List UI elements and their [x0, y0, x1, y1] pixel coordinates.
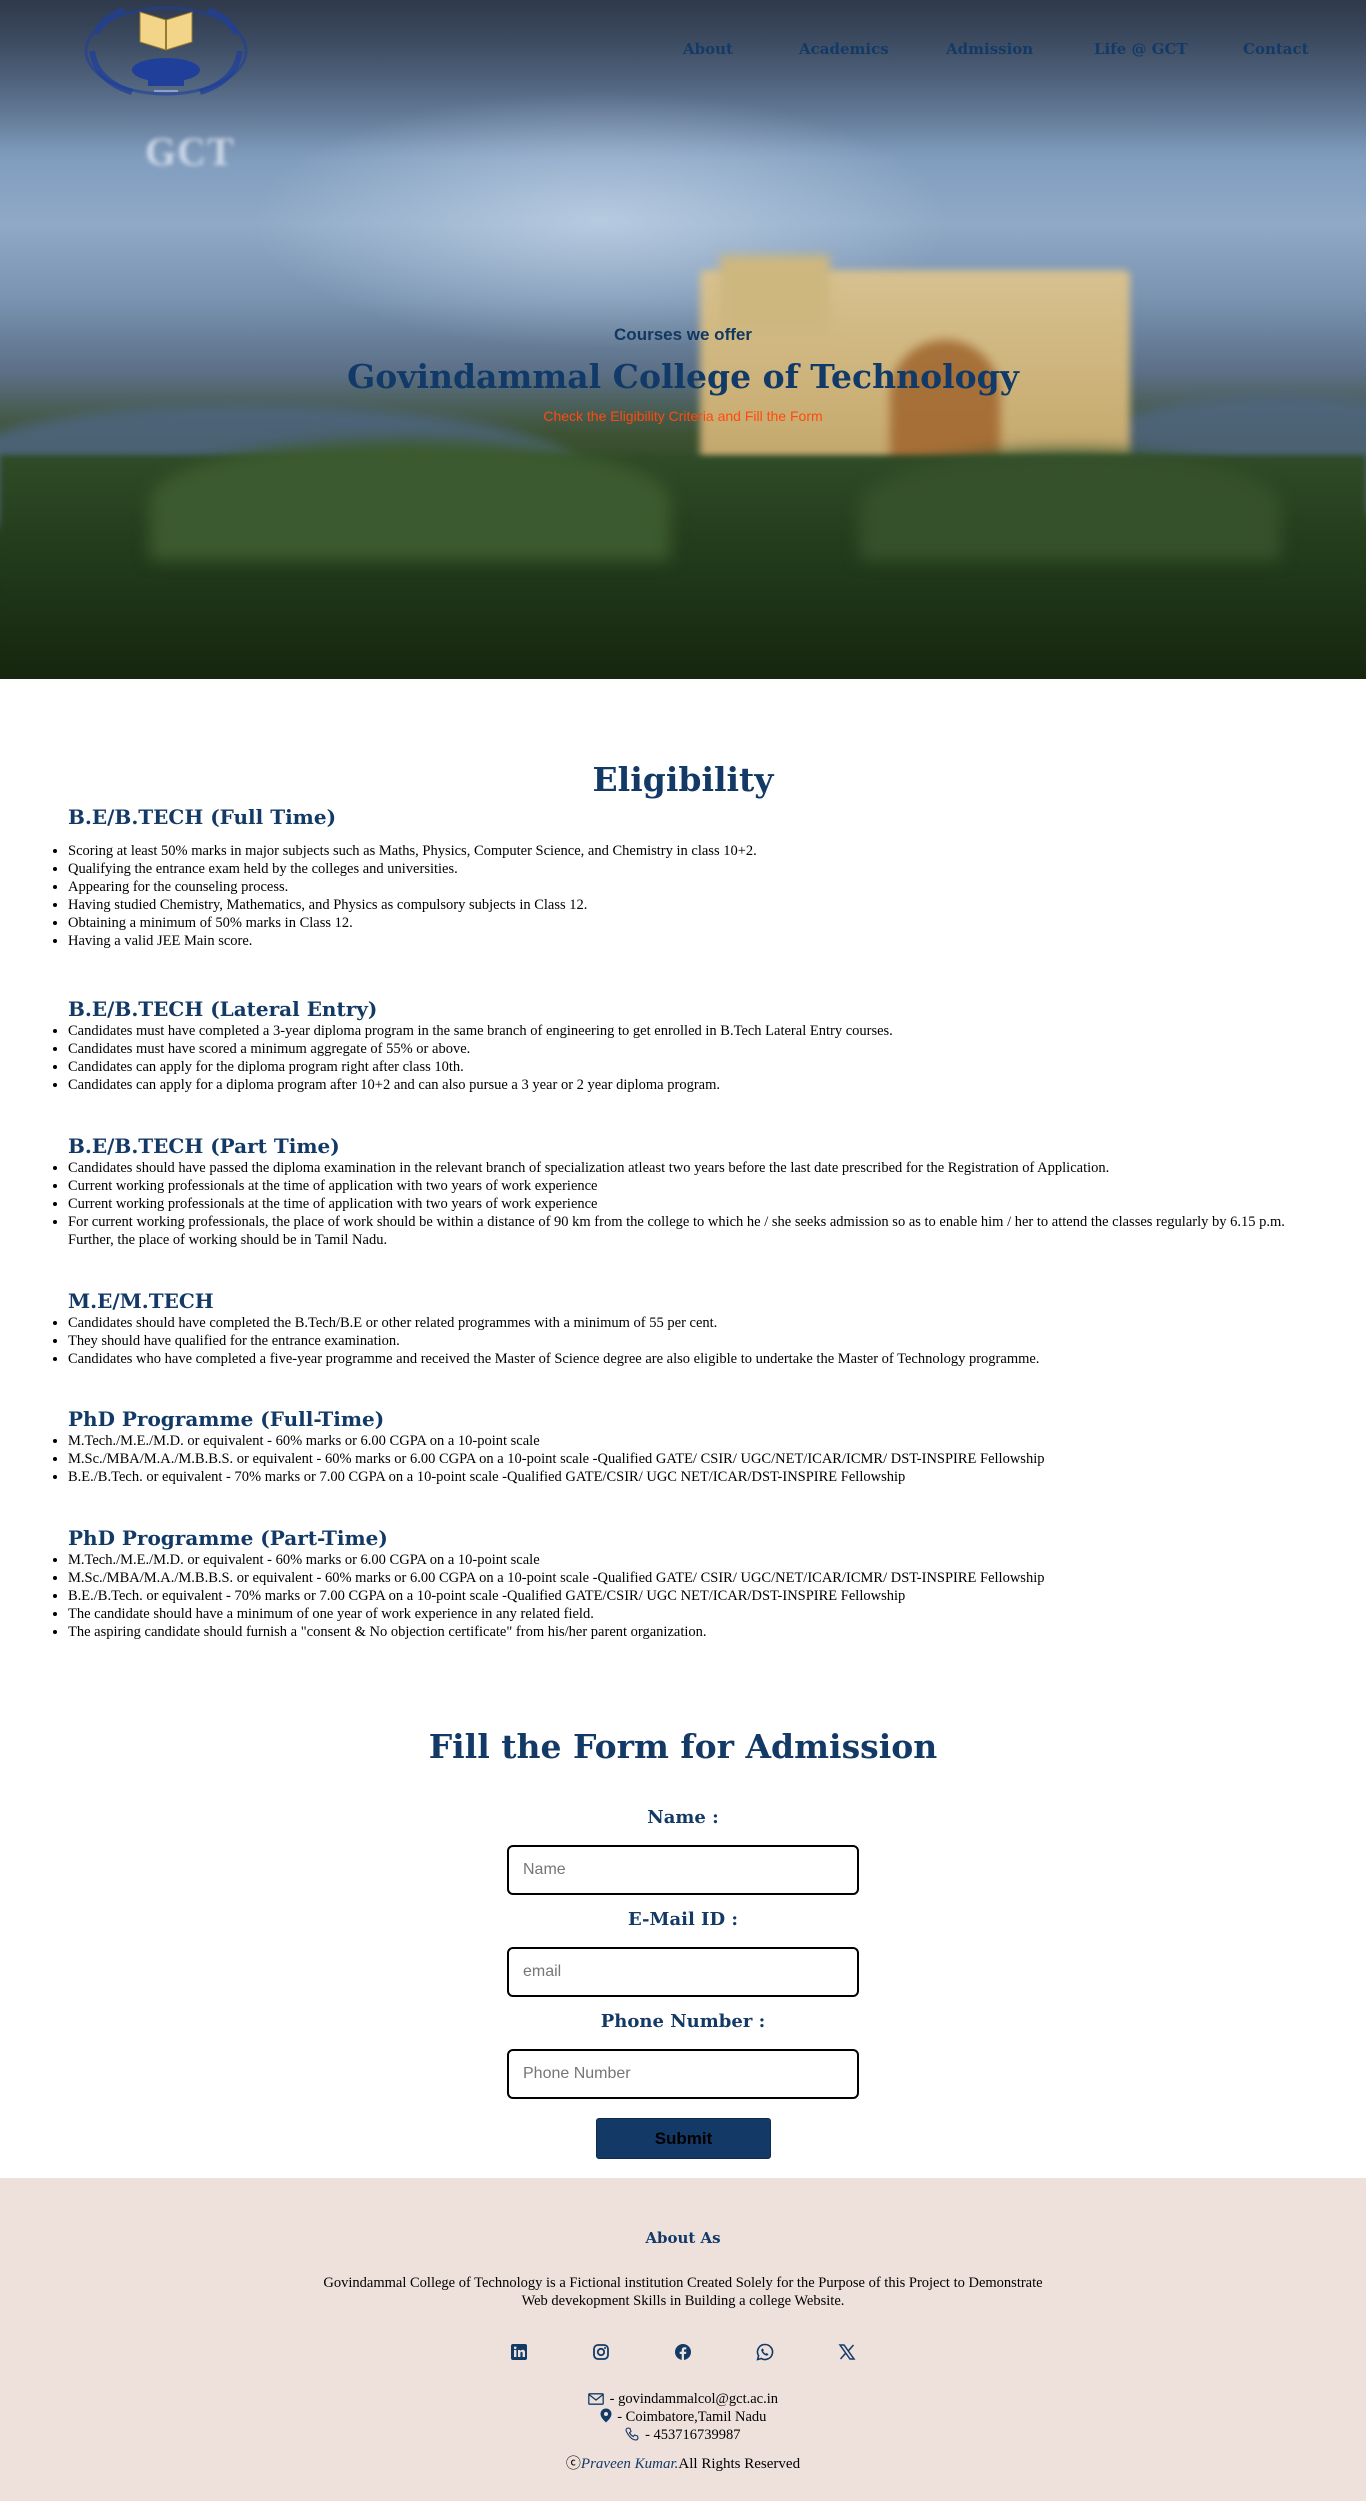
criteria-list: M.Tech./M.E./M.D. or equivalent - 60% ma…	[68, 1432, 1288, 1486]
whatsapp-icon[interactable]	[756, 2343, 776, 2363]
list-item: Candidates must have completed a 3-year …	[68, 1022, 1288, 1040]
criteria-list: Candidates must have completed a 3-year …	[68, 1022, 1288, 1094]
contact-location: - Coimbatore,Tamil Nadu	[0, 2408, 1366, 2428]
contact-email: - govindammalcol@gct.ac.in	[0, 2390, 1366, 2410]
section-heading: PhD Programme (Part-Time)	[68, 1526, 388, 1550]
facebook-icon[interactable]	[674, 2343, 694, 2363]
section-be-part-time: B.E/B.TECH (Part Time) Candidates should…	[68, 1133, 1288, 1249]
list-item: They should have qualified for the entra…	[68, 1332, 1288, 1350]
eligibility-title: Eligibility	[592, 760, 774, 799]
hero-trees-right	[860, 450, 1280, 560]
section-heading: M.E/M.TECH	[68, 1289, 214, 1313]
list-item: Candidates can apply for a diploma progr…	[68, 1076, 1288, 1094]
section-be-lateral-entry: B.E/B.TECH (Lateral Entry) Candidates mu…	[68, 996, 1288, 1094]
section-heading: PhD Programme (Full-Time)	[68, 1407, 385, 1431]
linkedin-icon[interactable]	[510, 2343, 530, 2363]
nav-about[interactable]: About	[683, 40, 733, 58]
footer: About As Govindammal College of Technolo…	[0, 2178, 1366, 2501]
instagram-icon[interactable]	[592, 2343, 612, 2363]
section-me-mtech: M.E/M.TECH Candidates should have comple…	[68, 1288, 1288, 1368]
main-nav: About Academics Admission Life @ GCT Con…	[0, 40, 1366, 64]
list-item: M.Sc./MBA/M.A./M.B.B.S. or equivalent - …	[68, 1450, 1288, 1468]
list-item: Candidates can apply for the diploma pro…	[68, 1058, 1288, 1076]
list-item: Candidates who have completed a five-yea…	[68, 1350, 1288, 1368]
section-heading: B.E/B.TECH (Part Time)	[68, 1134, 340, 1158]
hero-building-tower	[720, 255, 830, 335]
phone-input[interactable]	[507, 2049, 859, 2099]
nav-admission[interactable]: Admission	[946, 40, 1033, 58]
contact-phone: - 453716739987	[0, 2426, 1366, 2446]
list-item: B.E./B.Tech. or equivalent - 70% marks o…	[68, 1587, 1288, 1605]
location-pin-icon	[600, 2408, 612, 2428]
section-phd-full-time: PhD Programme (Full-Time) M.Tech./M.E./M…	[68, 1406, 1288, 1486]
name-input[interactable]	[507, 1845, 859, 1895]
list-item: Candidates must have scored a minimum ag…	[68, 1040, 1288, 1058]
contact-location-text: - Coimbatore,Tamil Nadu	[613, 2409, 767, 2425]
submit-button[interactable]: Submit	[596, 2118, 771, 2159]
list-item: Candidates should have passed the diplom…	[68, 1159, 1288, 1177]
list-item: Having a valid JEE Main score.	[68, 932, 1288, 950]
list-item: Scoring at least 50% marks in major subj…	[68, 842, 1288, 860]
list-item: Appearing for the counseling process.	[68, 878, 1288, 896]
criteria-list: M.Tech./M.E./M.D. or equivalent - 60% ma…	[68, 1551, 1288, 1641]
list-item: The aspiring candidate should furnish a …	[68, 1623, 1288, 1641]
list-item: Having studied Chemistry, Mathematics, a…	[68, 896, 1288, 914]
hero-title: Govindammal College of Technology	[347, 357, 1019, 396]
list-item: M.Sc./MBA/M.A./M.B.B.S. or equivalent - …	[68, 1569, 1288, 1587]
contact-phone-text: - 453716739987	[641, 2427, 741, 2443]
rights-text: All Rights Reserved	[678, 2456, 801, 2472]
hero-kicker: Courses we offer	[614, 325, 752, 344]
logo-subtext: GCT	[145, 129, 235, 174]
list-item: For current working professionals, the p…	[68, 1213, 1288, 1249]
section-be-full-time: B.E/B.TECH (Full Time) Scoring at least …	[68, 804, 1288, 950]
author-name: Praveen Kumar.	[580, 2456, 679, 2472]
list-item: The candidate should have a minimum of o…	[68, 1605, 1288, 1623]
email-input[interactable]	[507, 1947, 859, 1997]
x-twitter-icon[interactable]	[838, 2343, 858, 2363]
list-item: Qualifying the entrance exam held by the…	[68, 860, 1288, 878]
hero-subtitle: Check the Eligibility Criteria and Fill …	[543, 408, 823, 424]
footer-title: About As	[645, 2229, 721, 2247]
hero-trees-left	[150, 440, 670, 560]
nav-contact[interactable]: Contact	[1243, 40, 1309, 58]
name-label: Name :	[647, 1807, 719, 1828]
phone-icon	[625, 2427, 640, 2446]
contact-email-text: - govindammalcol@gct.ac.in	[606, 2391, 778, 2407]
copyright: ⓒPraveen Kumar.All Rights Reserved	[0, 2452, 1366, 2473]
nav-academics[interactable]: Academics	[799, 40, 889, 58]
list-item: B.E./B.Tech. or equivalent - 70% marks o…	[68, 1468, 1288, 1486]
section-heading: B.E/B.TECH (Full Time)	[68, 805, 337, 829]
footer-about-text: Govindammal College of Technology is a F…	[323, 2275, 1043, 2309]
criteria-list: Candidates should have passed the diplom…	[68, 1159, 1288, 1249]
list-item: M.Tech./M.E./M.D. or equivalent - 60% ma…	[68, 1551, 1288, 1569]
phone-label: Phone Number :	[600, 2011, 766, 2032]
criteria-list: Scoring at least 50% marks in major subj…	[68, 842, 1288, 950]
email-label: E-Mail ID :	[628, 1909, 738, 1930]
form-title: Fill the Form for Admission	[428, 1727, 938, 1766]
nav-life-at-gct[interactable]: Life @ GCT	[1094, 40, 1188, 58]
section-heading: B.E/B.TECH (Lateral Entry)	[68, 997, 378, 1021]
copyright-icon: ⓒ	[565, 2456, 581, 2472]
section-phd-part-time: PhD Programme (Part-Time) M.Tech./M.E./M…	[68, 1525, 1288, 1641]
list-item: Current working professionals at the tim…	[68, 1177, 1288, 1195]
list-item: Candidates should have completed the B.T…	[68, 1314, 1288, 1332]
criteria-list: Candidates should have completed the B.T…	[68, 1314, 1288, 1368]
list-item: Current working professionals at the tim…	[68, 1195, 1288, 1213]
list-item: Obtaining a minimum of 50% marks in Clas…	[68, 914, 1288, 932]
hero-banner: GCT About Academics Admission Life @ GCT…	[0, 0, 1366, 679]
list-item: M.Tech./M.E./M.D. or equivalent - 60% ma…	[68, 1432, 1288, 1450]
